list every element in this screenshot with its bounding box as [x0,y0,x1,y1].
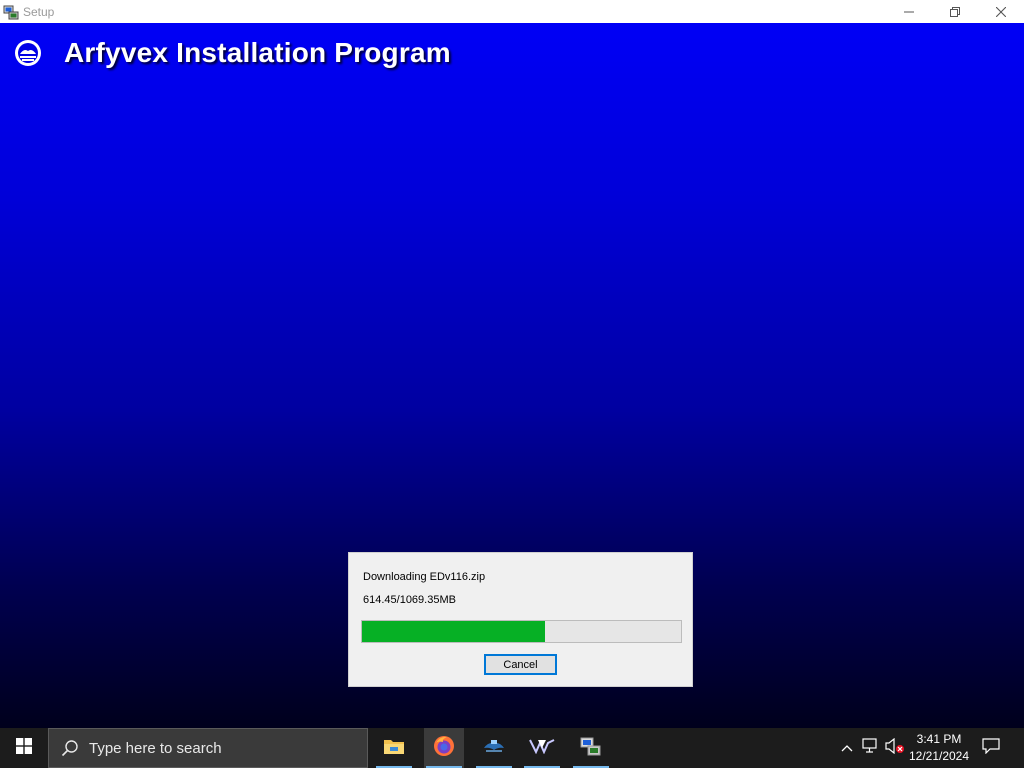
network-status-button[interactable] [860,728,882,768]
setup-app-icon [3,4,19,20]
cancel-button[interactable]: Cancel [484,654,557,675]
notification-icon [982,737,1000,759]
windows-logo-icon [16,737,32,759]
media-app-icon [529,738,555,759]
window-title: Setup [23,4,55,19]
installer-header: Arfyvex Installation Program [14,37,451,69]
download-size-text: 614.45/1069.35MB [363,594,456,606]
firefox-icon [432,734,456,763]
restore-icon[interactable] [932,0,978,23]
taskbar-clock[interactable]: 3:41 PM 12/21/2024 [904,728,974,768]
download-status-text: Downloading EDv116.zip [363,571,486,583]
show-hidden-icons-button[interactable] [836,728,858,768]
close-icon[interactable] [978,0,1024,23]
clock-time: 3:41 PM [916,732,962,746]
window-controls [886,0,1024,23]
game-app-icon [482,736,506,761]
installer-title: Arfyvex Installation Program [64,37,451,68]
title-bar[interactable]: Setup [0,0,1024,23]
clock-date: 12/21/2024 [908,749,970,763]
file-explorer-icon [383,736,405,761]
volume-button[interactable] [884,728,906,768]
start-button[interactable] [0,728,48,768]
notification-center-button[interactable] [976,728,1006,768]
taskbar-game-app[interactable] [474,728,514,768]
network-icon [862,737,880,759]
minimize-icon[interactable] [886,0,932,23]
download-progress-dialog: Downloading EDv116.zip 614.45/1069.35MB … [348,552,693,687]
search-placeholder: Type here to search [89,739,222,757]
taskbar-setup-app[interactable] [571,728,611,768]
taskbar-file-explorer[interactable] [374,728,414,768]
taskbar-media-app[interactable] [522,728,562,768]
taskbar-firefox[interactable] [424,728,464,768]
taskbar: Type here to search 3:41 PM 12/21/2024 [0,728,1024,768]
search-icon [61,739,79,757]
setup-window: Setup Arfyvex Installation Program Downl… [0,0,1024,728]
setup-logo-icon [14,39,42,67]
progress-fill [362,621,546,642]
setup-app-icon [580,735,602,762]
download-progress-bar [361,620,682,643]
taskbar-search-box[interactable]: Type here to search [48,728,368,768]
chevron-up-icon [841,739,853,757]
volume-muted-icon [885,737,905,759]
